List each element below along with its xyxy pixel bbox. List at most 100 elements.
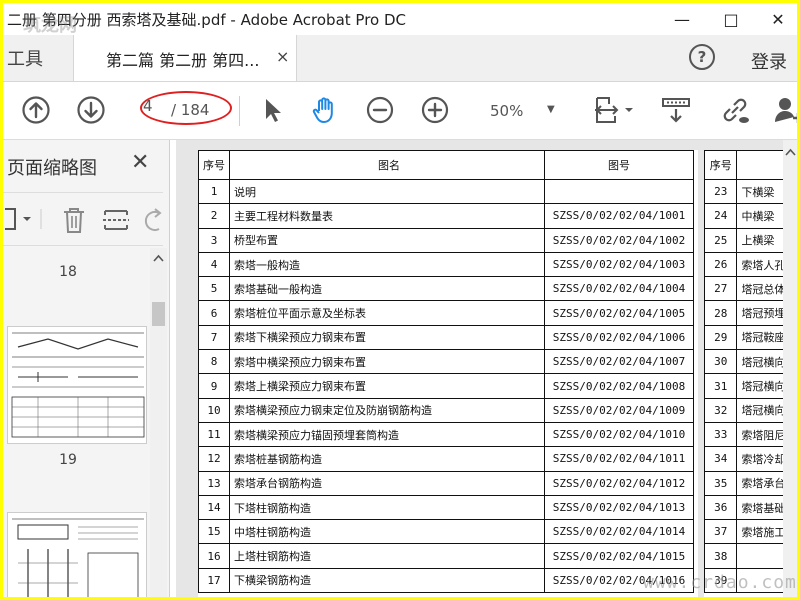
row-number: 2 [198,203,230,229]
toolbar-separator [239,96,240,126]
share-user-icon[interactable] [773,94,800,126]
previous-page-icon[interactable] [20,94,52,126]
drawing-code: SZSS/0/02/02/04/1007 [544,349,694,375]
row-number: 12 [198,446,230,472]
table-row: 8 索塔中横梁预应力钢束布置 SZSS/0/02/02/04/1007 [198,349,694,375]
document-view[interactable]: 序号 图名 图号 1 说明 2 主要工程材料数量表 SZSS/0/02/02/04/10… [176,140,797,597]
drawing-name: 中塔柱钢筋构造 [229,519,545,545]
row-number: 36 [703,494,738,521]
zoom-dropdown-icon[interactable]: ▼ [547,104,555,115]
drawing-code: SZSS/0/02/02/04/1006 [544,324,694,351]
row-number: 16 [198,543,230,569]
table-row: 9 索塔上横梁预应力钢束布置 SZSS/0/02/02/04/1008 [198,373,694,399]
thumbnail-page-18[interactable] [7,326,147,444]
table-row: 13 索塔承台钢筋构造 SZSS/0/02/02/04/1012 [198,470,694,496]
row-number: 28 [703,300,738,326]
document-scrollbar[interactable] [783,140,797,597]
drawing-index-table: 序号 图名 图号 1 说明 2 主要工程材料数量表 SZSS/0/02/02/04/10… [198,150,694,594]
drawing-name: 索塔中横梁预应力钢束布置 [229,349,545,375]
scroll-mode-icon[interactable] [660,94,692,126]
drawing-name: 主要工程材料数量表 [229,203,545,229]
row-number: 9 [198,373,230,399]
table-row: 2 主要工程材料数量表 SZSS/0/02/02/04/1001 [198,203,694,229]
drawing-code: SZSS/0/02/02/04/1003 [544,251,694,278]
app-window: 二册 第四分册 西索塔及基础.pdf - Adobe Acrobat Pro D… [0,0,800,600]
drawing-name: 索塔横梁预应力钢束定位及防崩钢筋构造 [229,397,545,423]
drawing-name: 索塔一般构造 [229,251,545,278]
drawing-code: SZSS/0/02/02/04/1013 [544,494,694,521]
table-row: 3 桥型布置 SZSS/0/02/02/04/1002 [198,227,694,253]
drawing-code: SZSS/0/02/02/04/1009 [544,397,694,423]
thumbnail-page-number: 19 [59,452,77,468]
table-row: 17 下横梁钢筋构造 SZSS/0/02/02/04/1016 [198,567,694,594]
next-page-icon[interactable] [75,94,107,126]
thumbnail-options-icon[interactable] [3,205,47,233]
tab-document-label: 第二篇 第二册 第四... [106,51,260,70]
row-number: 13 [198,470,230,496]
row-number: 11 [198,421,230,448]
insert-page-icon[interactable] [101,205,131,235]
thumbnail-page-19[interactable] [7,512,147,597]
thumbnail-scrollbar[interactable] [150,248,167,597]
drawing-name: 索塔横梁预应力锚固预埋套筒构造 [229,421,545,448]
drawing-code: SZSS/0/02/02/04/1004 [544,276,694,302]
rotate-page-icon[interactable] [141,205,163,235]
share-link-icon[interactable] [719,94,751,126]
panel-title: 页面缩略图 [7,158,97,179]
row-number: 14 [198,494,230,521]
login-button[interactable]: 登录 [751,48,787,74]
hand-tool-icon[interactable] [309,94,341,126]
row-number: 33 [703,421,738,448]
scroll-up-icon[interactable] [153,254,164,262]
drawing-code [544,178,694,205]
maximize-button[interactable]: □ [708,3,754,35]
minimize-button[interactable]: — [659,3,705,35]
row-number: 3 [198,227,230,253]
zoom-in-icon[interactable] [419,94,451,126]
header-name: 图名 [229,150,545,180]
tab-tools[interactable]: 工具 [3,35,69,81]
panel-toolbar [3,192,163,246]
drawing-code: SZSS/0/02/02/04/1008 [544,373,694,399]
doc-scroll-up-icon[interactable] [785,148,796,156]
row-number: 29 [703,324,738,351]
watermark-top-left: 筑龙网 [23,15,77,36]
row-number: 27 [703,276,738,302]
tab-bar: 工具 第二篇 第二册 第四... × ? 登录 [3,35,797,82]
row-number: 26 [703,251,738,278]
table-row: 11 索塔横梁预应力锚固预埋套筒构造 SZSS/0/02/02/04/1010 [198,421,694,448]
toolbar: 4 / 184 50% ▼ [3,82,797,140]
watermark-bottom-right: www.crdao.com [643,572,797,593]
table-row: 14 下塔柱钢筋构造 SZSS/0/02/02/04/1013 [198,494,694,521]
thumbnail-scrollbar-thumb[interactable] [152,302,165,326]
drawing-name: 说明 [229,178,545,205]
row-number: 5 [198,276,230,302]
drawing-code: SZSS/0/02/02/04/1002 [544,227,694,253]
panel-close-icon[interactable]: ✕ [131,150,149,175]
zoom-out-icon[interactable] [364,94,396,126]
tab-close-icon[interactable]: × [276,47,289,66]
tab-document[interactable]: 第二篇 第二册 第四... × [73,35,297,81]
drawing-code: SZSS/0/02/02/04/1015 [544,543,694,569]
select-cursor-icon[interactable] [257,94,289,126]
close-window-button[interactable]: ✕ [755,3,797,35]
row-number: 30 [703,349,738,375]
drawing-name: 下塔柱钢筋构造 [229,494,545,521]
drawing-code: SZSS/0/02/02/04/1014 [544,519,694,545]
row-number: 37 [703,519,738,545]
help-button[interactable]: ? [689,44,715,70]
title-bar: 二册 第四分册 西索塔及基础.pdf - Adobe Acrobat Pro D… [3,3,797,35]
row-number: 35 [703,470,738,496]
red-annotation-ellipse [140,91,232,125]
zoom-level[interactable]: 50% [490,102,523,120]
fit-page-icon[interactable] [591,94,635,126]
thumbnail-list[interactable]: 18 19 [3,248,149,597]
row-number: 4 [198,251,230,278]
header-no: 序号 [198,150,230,180]
delete-page-icon[interactable] [59,205,89,235]
drawing-name: 索塔下横梁预应力钢束布置 [229,324,545,351]
drawing-code: SZSS/0/02/02/04/1010 [544,421,694,448]
table-row: 7 索塔下横梁预应力钢束布置 SZSS/0/02/02/04/1006 [198,324,694,351]
drawing-name: 上塔柱钢筋构造 [229,543,545,569]
drawing-code: SZSS/0/02/02/04/1011 [544,446,694,472]
